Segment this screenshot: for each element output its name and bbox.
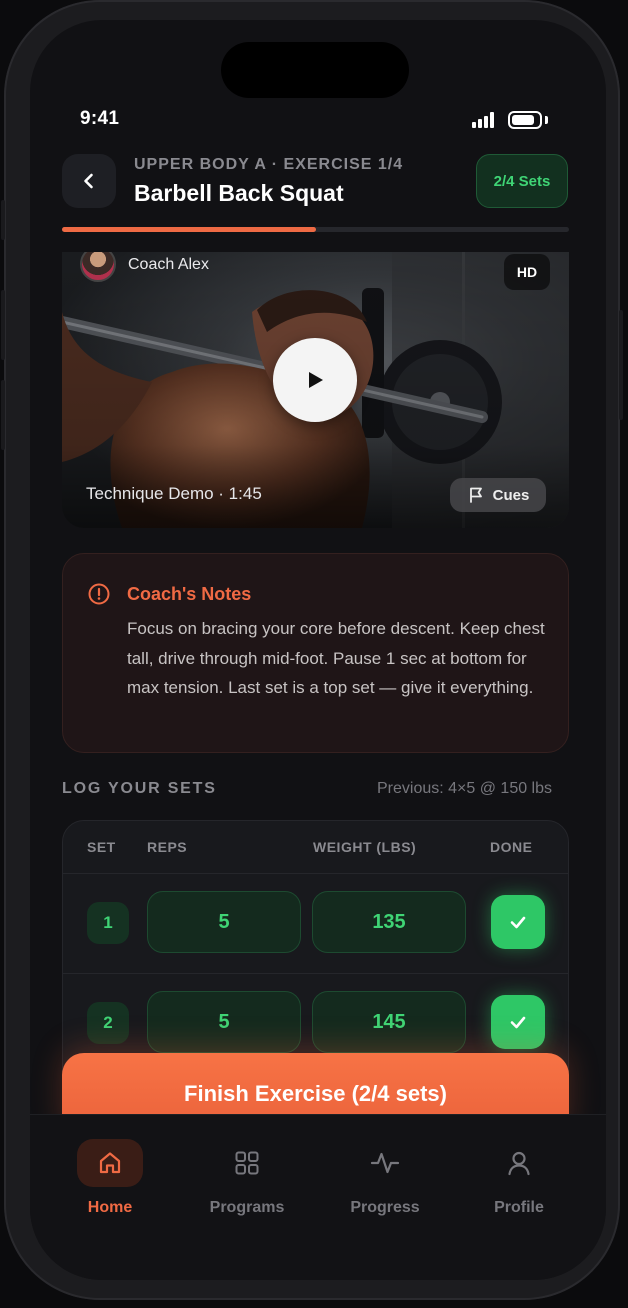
set-number: 2 xyxy=(87,1002,129,1044)
tab-icon-container xyxy=(214,1139,280,1187)
tab-icon-container xyxy=(486,1139,552,1187)
grid-icon xyxy=(235,1151,259,1175)
tab-home[interactable]: Home xyxy=(55,1139,165,1217)
tab-label: Profile xyxy=(494,1199,544,1216)
notes-body: Focus on bracing your core before descen… xyxy=(127,619,545,697)
tab-label: Programs xyxy=(209,1199,285,1216)
checkmark-icon xyxy=(510,1016,526,1029)
log-sets-heading: LOG YOUR SETS xyxy=(62,780,217,797)
coach-notes-card: Coach's Notes Focus on bracing your core… xyxy=(62,553,569,753)
alert-circle-icon xyxy=(88,583,110,605)
play-button[interactable] xyxy=(273,338,357,422)
coach-name: Coach Alex xyxy=(128,256,209,273)
workout-subtitle: UPPER BODY A · EXERCISE 1/4 xyxy=(134,156,404,173)
volume-up-button xyxy=(1,290,5,360)
previous-performance: Previous: 4×5 @ 150 lbs xyxy=(377,780,553,797)
set-row: 1 5 135 xyxy=(63,873,568,973)
exercise-progress-fill xyxy=(62,227,316,232)
set-number: 1 xyxy=(87,902,129,944)
volume-down-button xyxy=(1,380,5,450)
phone-frame: 9:41 UPPER BODY A · EXERCISE 1/4 Barbell… xyxy=(1,0,623,1300)
column-header-reps: REPS xyxy=(147,839,188,855)
set-done-checkbox[interactable] xyxy=(491,995,545,1049)
tab-label: Home xyxy=(87,1199,133,1216)
video-player[interactable]: Coach Alex HD Technique Demo · 1:45 Cues xyxy=(62,252,569,528)
user-icon xyxy=(508,1151,530,1176)
flag-icon xyxy=(469,487,482,503)
sets-badge: 2/4 Sets xyxy=(476,154,568,208)
reps-input[interactable]: 5 xyxy=(147,991,301,1053)
activity-icon xyxy=(370,1152,400,1174)
cues-label: Cues xyxy=(492,486,530,504)
tab-progress[interactable]: Progress xyxy=(330,1139,440,1217)
checkmark-icon xyxy=(510,916,526,929)
tab-icon-container xyxy=(77,1139,143,1187)
weight-input[interactable]: 135 xyxy=(312,891,466,953)
column-header-weight: WEIGHT (LBS) xyxy=(313,839,417,855)
notes-title: Coach's Notes xyxy=(127,584,252,604)
video-caption: Technique Demo · 1:45 xyxy=(86,484,262,503)
tab-profile[interactable]: Profile xyxy=(464,1139,574,1217)
column-header-set: SET xyxy=(87,839,116,855)
home-icon xyxy=(99,1152,121,1174)
cues-button[interactable]: Cues xyxy=(450,478,546,512)
bottom-tab-bar: Home Programs Progress Profile xyxy=(30,1114,606,1280)
back-button[interactable] xyxy=(62,154,116,208)
side-button xyxy=(1,200,5,240)
hd-badge[interactable]: HD xyxy=(504,254,550,290)
column-header-done: DONE xyxy=(490,839,533,855)
signal-icon xyxy=(472,112,496,128)
set-done-checkbox[interactable] xyxy=(491,895,545,949)
status-time: 9:41 xyxy=(80,108,120,129)
play-icon xyxy=(309,372,323,388)
chevron-left-icon xyxy=(84,173,93,189)
dynamic-island xyxy=(221,42,409,98)
tab-programs[interactable]: Programs xyxy=(192,1139,302,1217)
battery-icon xyxy=(508,111,542,129)
battery-tip xyxy=(545,116,548,124)
weight-input[interactable]: 145 xyxy=(312,991,466,1053)
exercise-title: Barbell Back Squat xyxy=(134,180,344,206)
app-screen: 9:41 UPPER BODY A · EXERCISE 1/4 Barbell… xyxy=(30,20,606,1280)
exercise-progress-bar xyxy=(62,227,569,232)
tab-label: Progress xyxy=(350,1199,420,1216)
reps-input[interactable]: 5 xyxy=(147,891,301,953)
sets-table: SET REPS WEIGHT (LBS) DONE 1 5 135 2 5 1… xyxy=(62,820,569,1080)
tab-icon-container xyxy=(352,1139,418,1187)
power-button xyxy=(619,310,623,420)
